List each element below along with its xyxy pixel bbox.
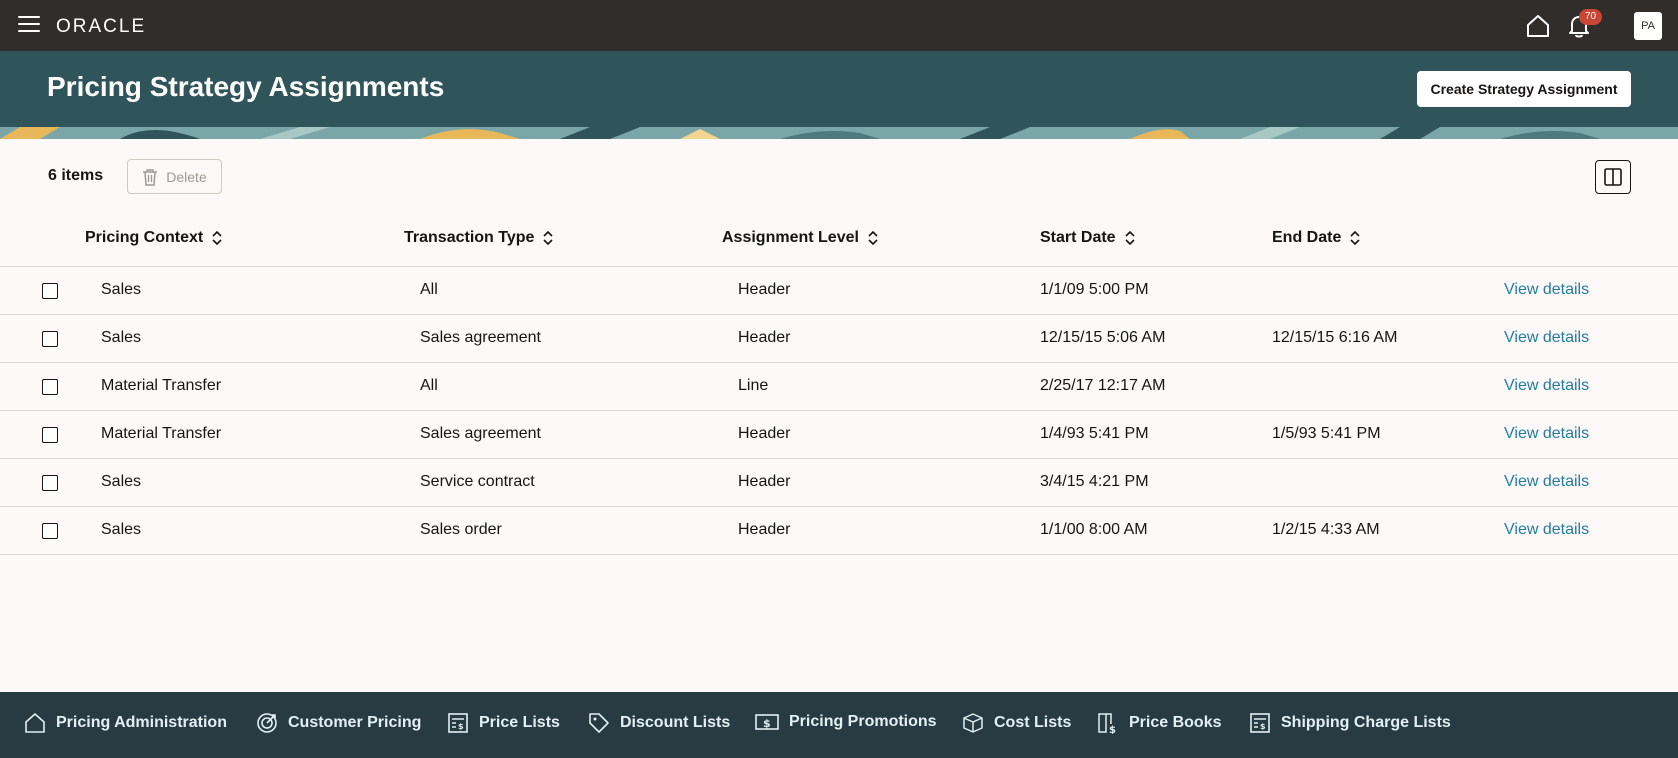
cell-transaction-type: Service contract xyxy=(420,473,535,490)
cell-pricing-context: Sales xyxy=(101,473,142,490)
svg-text:$: $ xyxy=(1260,722,1266,731)
items-count: 6 items xyxy=(48,167,104,184)
cell-transaction-type: All xyxy=(420,377,438,394)
target-icon xyxy=(257,713,277,733)
row-checkbox[interactable] xyxy=(42,427,58,443)
notification-count-badge: 70 xyxy=(1579,9,1602,25)
table-row: Sales Service contract Header 3/4/15 4:2… xyxy=(0,459,1678,507)
cell-assignment-level: Header xyxy=(738,281,791,298)
tag-icon xyxy=(589,713,609,733)
cell-transaction-type: Sales agreement xyxy=(420,329,541,346)
cell-assignment-level: Header xyxy=(738,329,791,346)
table-row: Material Transfer All Line 2/25/17 12:17… xyxy=(0,363,1678,411)
sort-icon xyxy=(868,230,878,246)
cell-end-date: 1/5/93 5:41 PM xyxy=(1272,425,1381,442)
cell-start-date: 3/4/15 4:21 PM xyxy=(1040,473,1149,490)
nav-customer-pricing[interactable]: Customer Pricing xyxy=(256,712,421,734)
nav-price-lists[interactable]: $ Price Lists xyxy=(447,712,560,734)
header-decoration xyxy=(0,127,1678,139)
oracle-logo: ORACLE xyxy=(56,16,147,37)
page-title: Pricing Strategy Assignments xyxy=(47,71,445,102)
cell-pricing-context: Material Transfer xyxy=(101,425,222,442)
row-checkbox[interactable] xyxy=(42,523,58,539)
price-list-icon: $ xyxy=(448,713,468,733)
table-row: Material Transfer Sales agreement Header… xyxy=(0,411,1678,459)
trash-icon xyxy=(143,168,158,186)
nav-cost-lists[interactable]: Cost Lists xyxy=(962,712,1071,734)
delete-button[interactable]: Delete xyxy=(127,159,222,194)
sort-icon xyxy=(543,230,553,246)
nav-price-books[interactable]: $ Price Books xyxy=(1097,712,1221,734)
nav-shipping-charge-lists[interactable]: $ Shipping Charge Lists xyxy=(1249,712,1451,734)
column-header-pricing-context[interactable]: Pricing Context xyxy=(85,229,223,247)
cost-box-icon xyxy=(963,713,983,733)
cell-assignment-level: Header xyxy=(738,425,791,442)
home-icon[interactable] xyxy=(1525,13,1551,39)
column-header-start-date[interactable]: Start Date xyxy=(1040,229,1136,247)
footer-nav: Pricing Administration Customer Pricing … xyxy=(0,692,1678,758)
cell-transaction-type: All xyxy=(420,281,438,298)
cell-start-date: 1/4/93 5:41 PM xyxy=(1040,425,1149,442)
cell-assignment-level: Line xyxy=(738,377,769,394)
cell-start-date: 2/25/17 12:17 AM xyxy=(1040,377,1166,394)
cell-transaction-type: Sales agreement xyxy=(420,425,541,442)
column-toggle-button[interactable] xyxy=(1595,160,1631,194)
view-details-link[interactable]: View details xyxy=(1504,377,1589,395)
user-avatar[interactable]: PA xyxy=(1634,12,1662,40)
view-details-link[interactable]: View details xyxy=(1504,473,1589,491)
create-strategy-assignment-button[interactable]: Create Strategy Assignment xyxy=(1417,71,1631,107)
cell-pricing-context: Sales xyxy=(101,521,142,538)
menu-icon[interactable] xyxy=(18,16,40,34)
row-checkbox[interactable] xyxy=(42,379,58,395)
cell-start-date: 12/15/15 5:06 AM xyxy=(1040,329,1166,346)
column-header-end-date[interactable]: End Date xyxy=(1272,229,1361,247)
nav-pricing-promotions[interactable]: $ Pricing Promotions xyxy=(755,712,937,732)
page-header: Pricing Strategy Assignments Create Stra… xyxy=(0,51,1678,139)
row-checkbox[interactable] xyxy=(42,331,58,347)
cell-assignment-level: Header xyxy=(738,473,791,490)
table-row: Sales Sales order Header 1/1/00 8:00 AM … xyxy=(0,507,1678,555)
cell-assignment-level: Header xyxy=(738,521,791,538)
row-checkbox[interactable] xyxy=(42,475,58,491)
view-details-link[interactable]: View details xyxy=(1504,281,1589,299)
sort-icon xyxy=(1125,230,1135,246)
row-checkbox[interactable] xyxy=(42,283,58,299)
price-book-icon: $ xyxy=(1098,713,1116,734)
sort-icon xyxy=(212,230,222,246)
svg-text:$: $ xyxy=(458,722,464,731)
dollar-bill-icon: $ xyxy=(755,714,779,730)
top-bar: ORACLE 70 PA xyxy=(0,0,1678,51)
table-row: Sales Sales agreement Header 12/15/15 5:… xyxy=(0,315,1678,363)
delete-label: Delete xyxy=(166,168,207,185)
nav-pricing-administration[interactable]: Pricing Administration xyxy=(24,712,227,734)
table-row: Sales All Header 1/1/09 5:00 PM View det… xyxy=(0,267,1678,315)
cell-start-date: 1/1/00 8:00 AM xyxy=(1040,521,1148,538)
split-columns-icon xyxy=(1604,168,1622,186)
view-details-link[interactable]: View details xyxy=(1504,521,1589,539)
cell-end-date: 12/15/15 6:16 AM xyxy=(1272,329,1398,346)
cell-transaction-type: Sales order xyxy=(420,521,502,538)
cell-end-date: 1/2/15 4:33 AM xyxy=(1272,521,1380,538)
view-details-link[interactable]: View details xyxy=(1504,329,1589,347)
view-details-link[interactable]: View details xyxy=(1504,425,1589,443)
home-icon xyxy=(25,713,45,733)
shipping-list-icon: $ xyxy=(1250,713,1270,733)
column-header-assignment-level[interactable]: Assignment Level xyxy=(722,229,879,247)
sort-icon xyxy=(1350,230,1360,246)
cell-pricing-context: Material Transfer xyxy=(101,377,222,394)
cell-start-date: 1/1/09 5:00 PM xyxy=(1040,281,1149,298)
cell-pricing-context: Sales xyxy=(101,329,142,346)
svg-text:$: $ xyxy=(763,717,771,730)
cell-pricing-context: Sales xyxy=(101,281,142,298)
nav-discount-lists[interactable]: Discount Lists xyxy=(588,712,730,734)
svg-text:$: $ xyxy=(1109,725,1116,734)
column-header-transaction-type[interactable]: Transaction Type xyxy=(404,229,554,247)
